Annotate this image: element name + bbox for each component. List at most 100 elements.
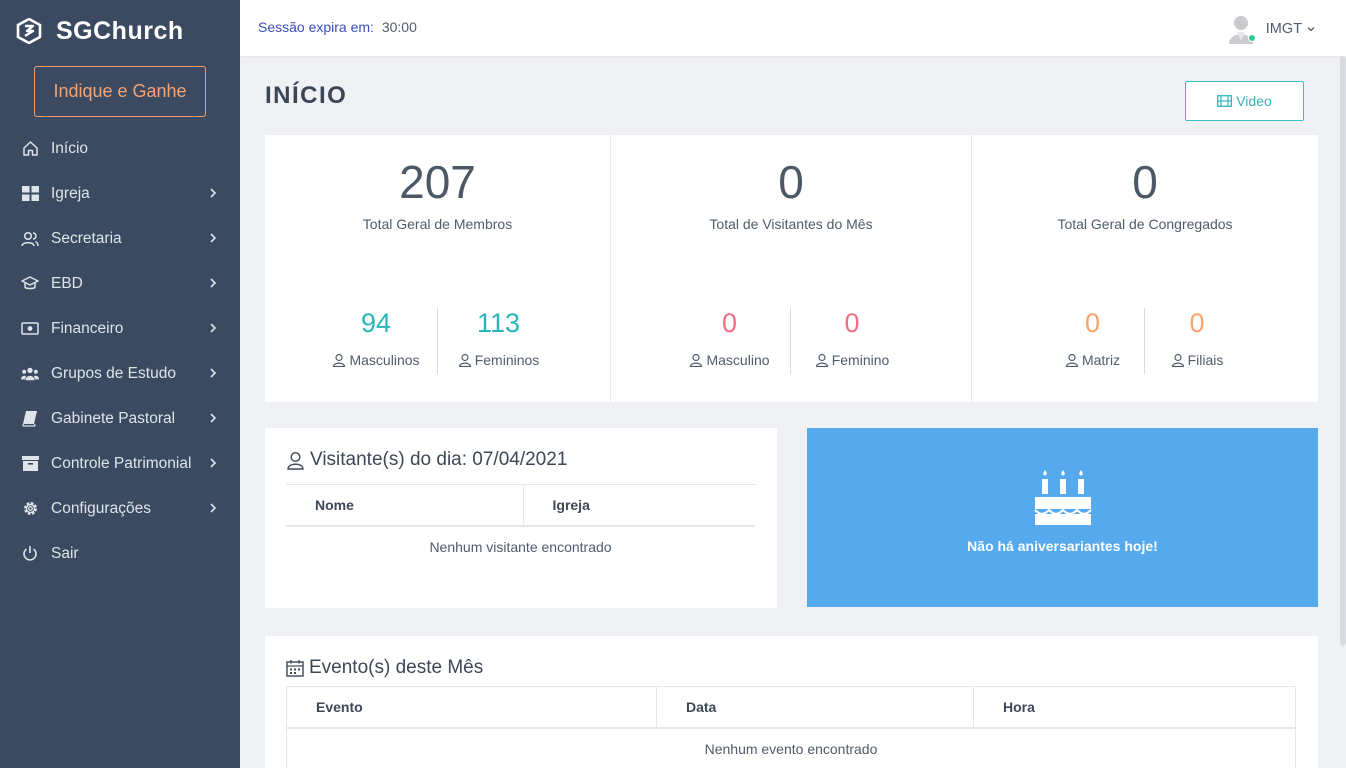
sidebar-item-ebd[interactable]: EBD bbox=[0, 261, 240, 306]
stat-sub-masculino: 0 Masculino bbox=[669, 308, 791, 374]
page-title: INÍCIO bbox=[265, 82, 348, 109]
chevron-right-icon bbox=[210, 233, 217, 243]
visitors-title-text: Visitante(s) do dia: 07/04/2021 bbox=[310, 449, 568, 470]
column-header-data[interactable]: Data bbox=[656, 686, 974, 729]
users-icon bbox=[21, 230, 39, 248]
brand[interactable]: SGChurch bbox=[0, 0, 240, 62]
sidebar-item-controle-patrimonial[interactable]: Controle Patrimonial bbox=[0, 441, 240, 486]
chevron-right-icon bbox=[210, 188, 217, 198]
refer-and-earn-button[interactable]: Indique e Ganhe bbox=[34, 66, 206, 117]
page-scrollbar[interactable] bbox=[1340, 56, 1346, 646]
sidebar-item-secretaria[interactable]: Secretaria bbox=[0, 216, 240, 261]
chevron-down-icon bbox=[1307, 27, 1315, 32]
birthday-cake-icon bbox=[1033, 470, 1092, 525]
session-label: Sessão expira em: bbox=[258, 19, 374, 35]
stat-sub-value: 0 bbox=[844, 308, 860, 338]
visitors-table: Nome Igreja Nenhum visitante encontrado bbox=[286, 484, 755, 567]
video-button[interactable]: Video bbox=[1185, 81, 1304, 121]
sidebar-item-label: Gabinete Pastoral bbox=[51, 409, 176, 427]
stat-sub-label: Femininos bbox=[474, 352, 540, 368]
chevron-right-icon bbox=[210, 278, 217, 288]
chevron-right-icon bbox=[210, 323, 217, 333]
online-status-dot bbox=[1247, 34, 1256, 42]
stat-sub-matriz: 0 Matriz bbox=[1041, 308, 1145, 374]
user-icon bbox=[1065, 353, 1079, 367]
stat-sub-value: 94 bbox=[360, 308, 392, 338]
power-icon bbox=[21, 545, 39, 563]
stat-sub-feminino: 0 Feminino bbox=[791, 308, 913, 374]
events-title: Evento(s) deste Mês bbox=[286, 657, 483, 679]
stat-value: 0 bbox=[778, 156, 804, 208]
sidebar-item-inicio[interactable]: Início bbox=[0, 126, 240, 171]
user-icon bbox=[333, 353, 346, 367]
stats-panel: 207 Total Geral de Membros 94 Masculinos… bbox=[265, 135, 1318, 402]
visitors-title: Visitante(s) do dia: 07/04/2021 bbox=[286, 449, 567, 471]
sidebar-item-label: Financeiro bbox=[51, 319, 124, 337]
stat-sub-value: 0 bbox=[721, 308, 738, 338]
book-icon bbox=[21, 410, 39, 428]
sidebar-item-igreja[interactable]: Igreja bbox=[0, 171, 240, 216]
sidebar-item-financeiro[interactable]: Financeiro bbox=[0, 306, 240, 351]
stat-sub-value: 113 bbox=[476, 308, 521, 338]
top-bar: Sessão expira em: 30:00 IMGT bbox=[240, 0, 1346, 56]
video-button-label: Video bbox=[1236, 93, 1272, 109]
birthday-message: Não há aniversariantes hoje! bbox=[967, 538, 1158, 554]
sidebar-item-label: Grupos de Estudo bbox=[51, 364, 176, 382]
graduation-cap-icon bbox=[21, 275, 39, 293]
empty-message: Nenhum evento encontrado bbox=[704, 740, 878, 757]
chevron-right-icon bbox=[210, 458, 217, 468]
stat-value: 0 bbox=[1132, 156, 1158, 208]
sidebar: SGChurch Indique e Ganhe Início Igreja S… bbox=[0, 0, 240, 768]
stat-sub-filiais: 0 Filiais bbox=[1145, 308, 1249, 374]
user-name: IMGT bbox=[1265, 21, 1302, 37]
user-icon bbox=[815, 353, 828, 367]
empty-message: Nenhum visitante encontrado bbox=[429, 538, 612, 555]
sidebar-item-gabinete-pastoral[interactable]: Gabinete Pastoral bbox=[0, 396, 240, 441]
home-icon bbox=[21, 140, 39, 158]
table-row: Nenhum evento encontrado bbox=[287, 728, 1296, 768]
column-header-evento[interactable]: Evento bbox=[286, 686, 657, 729]
sidebar-item-sair[interactable]: Sair bbox=[0, 531, 240, 576]
chevron-right-icon bbox=[210, 368, 217, 378]
archive-icon bbox=[21, 455, 39, 473]
stat-members: 207 Total Geral de Membros 94 Masculinos… bbox=[265, 135, 611, 402]
stat-value: 207 bbox=[399, 156, 476, 208]
user-icon bbox=[690, 353, 703, 367]
events-title-text: Evento(s) deste Mês bbox=[309, 657, 484, 678]
events-table: Evento Data Hora Nenhum evento encontrad… bbox=[286, 686, 1296, 768]
events-card: Evento(s) deste Mês Evento Data Hora Nen… bbox=[265, 636, 1318, 768]
sidebar-nav: Início Igreja Secretaria EBD Financeiro … bbox=[0, 126, 240, 576]
user-icon bbox=[458, 353, 471, 367]
stat-label: Total de Visitantes do Mês bbox=[709, 216, 873, 232]
sgchurch-logo-icon bbox=[16, 18, 42, 44]
calendar-icon bbox=[286, 660, 304, 677]
stat-label: Total Geral de Membros bbox=[362, 216, 513, 232]
stat-sub-femininos: 113 Femininos bbox=[438, 308, 560, 374]
stat-sub-label: Filiais bbox=[1187, 352, 1224, 368]
money-icon bbox=[21, 320, 39, 338]
gear-icon bbox=[21, 500, 39, 518]
sidebar-item-label: Sair bbox=[51, 544, 79, 562]
grid-icon bbox=[21, 185, 39, 203]
session-time: 30:00 bbox=[381, 19, 417, 35]
stat-sub-label: Masculinos bbox=[349, 352, 420, 368]
stat-sub-masculinos: 94 Masculinos bbox=[316, 308, 438, 374]
sidebar-item-configuracoes[interactable]: Configurações bbox=[0, 486, 240, 531]
sidebar-item-grupos-de-estudo[interactable]: Grupos de Estudo bbox=[0, 351, 240, 396]
visitors-card: Visitante(s) do dia: 07/04/2021 Nome Igr… bbox=[265, 428, 777, 608]
stat-breakdown: 0 Matriz 0 Filiais bbox=[972, 308, 1318, 374]
stat-sub-value: 0 bbox=[1084, 308, 1101, 338]
column-header-nome[interactable]: Nome bbox=[286, 484, 523, 527]
sidebar-item-label: Configurações bbox=[51, 499, 151, 517]
sidebar-item-label: Início bbox=[51, 139, 89, 157]
user-menu[interactable]: IMGT bbox=[1228, 14, 1316, 44]
group-icon bbox=[21, 365, 39, 383]
stat-sub-value: 0 bbox=[1189, 308, 1205, 338]
stat-breakdown: 94 Masculinos 113 Femininos bbox=[265, 308, 610, 374]
user-icon bbox=[287, 451, 304, 470]
stat-congregados: 0 Total Geral de Congregados 0 Matriz 0 … bbox=[972, 135, 1318, 402]
column-header-hora[interactable]: Hora bbox=[973, 686, 1296, 729]
film-icon bbox=[1217, 95, 1233, 107]
column-header-igreja[interactable]: Igreja bbox=[522, 484, 755, 527]
stat-sub-label: Masculino bbox=[706, 352, 770, 368]
